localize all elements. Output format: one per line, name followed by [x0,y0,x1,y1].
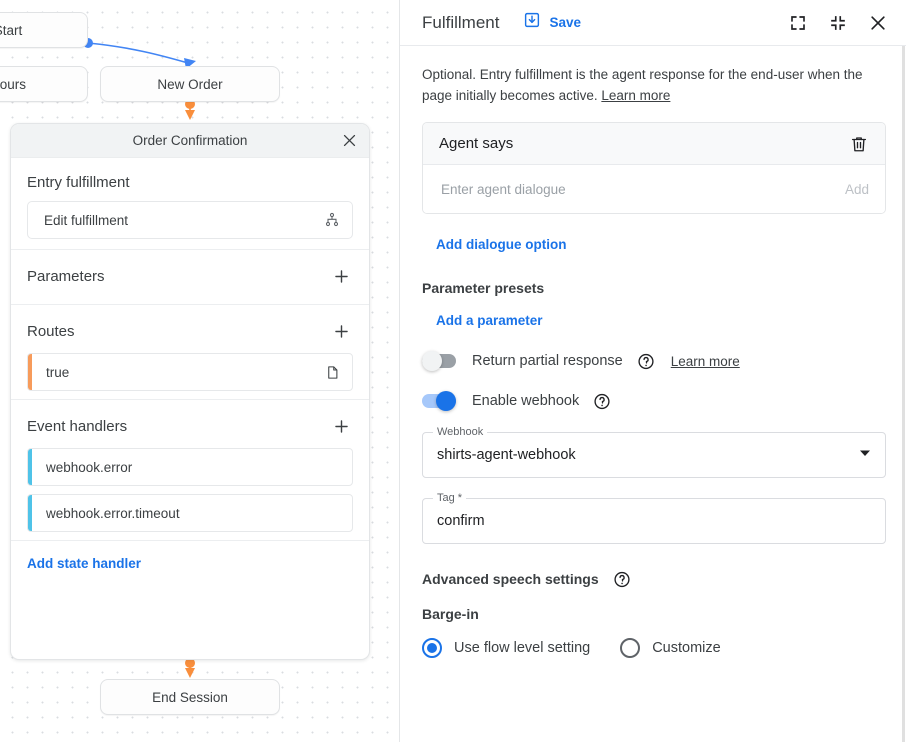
radio-label: Use flow level setting [454,640,590,656]
expand-fullscreen-icon[interactable] [786,11,810,35]
agent-says-card: Agent says Add [422,122,886,214]
event-handler-label: webhook.error [46,460,340,475]
page-card-body: Entry fulfillment Edit fulfillment [11,158,369,659]
tag-field-label: Tag * [433,492,466,504]
page-card: Order Confirmation Entry fulfillment Edi… [10,123,370,660]
section-entry-fulfillment: Entry fulfillment Edit fulfillment [11,158,369,239]
intro-description: Optional. Entry fulfillment is the agent… [422,64,884,106]
panel-header-actions [786,11,890,35]
close-icon[interactable] [337,129,361,153]
learn-more-link[interactable]: Learn more [671,354,740,369]
flow-node-end-session[interactable]: End Session [100,679,280,715]
advanced-speech-settings-row: Advanced speech settings [422,570,886,588]
webhook-field-value: shirts-agent-webhook [437,447,859,463]
flow-node-new-order[interactable]: New Order [100,66,280,102]
route-row-true[interactable]: true [27,353,353,391]
flow-node-label: New Order [157,77,222,92]
return-partial-response-row: Return partial response Learn more [422,352,886,370]
flow-canvas[interactable]: Start Hours New Order End Session Order … [0,0,400,742]
page-icon [325,365,340,380]
barge-in-options: Use flow level setting Customize [422,638,886,658]
route-label: true [46,365,325,380]
agent-says-body: Add [423,165,885,213]
return-partial-response-label: Return partial response [472,353,623,369]
agent-says-title: Agent says [439,135,847,152]
radio-icon[interactable] [620,638,640,658]
collapse-fullscreen-icon[interactable] [826,11,850,35]
webhook-select[interactable]: Webhook shirts-agent-webhook [422,432,886,478]
chevron-down-icon[interactable] [859,446,871,464]
page-title: Fulfillment [422,13,499,33]
app-root: Start Hours New Order End Session Order … [0,0,906,742]
event-handler-row[interactable]: webhook.error [27,448,353,486]
section-routes: Routes true [11,305,369,391]
plus-icon[interactable] [329,264,353,288]
parameter-presets-title: Parameter presets [422,280,886,296]
workflow-node-icon [324,212,340,228]
tag-field-value: confirm [437,513,871,529]
help-circle-icon[interactable] [637,352,655,370]
page-card-header: Order Confirmation [11,124,369,158]
add-a-parameter-link[interactable]: Add a parameter [436,313,543,328]
add-state-handler-link[interactable]: Add state handler [27,556,141,571]
advanced-speech-settings-title: Advanced speech settings [422,571,599,587]
page-card-title: Order Confirmation [133,133,248,148]
event-handler-row[interactable]: webhook.error.timeout [27,494,353,532]
add-dialogue-option-link[interactable]: Add dialogue option [436,237,566,252]
agent-says-header: Agent says [423,123,885,165]
return-partial-response-toggle[interactable] [422,354,456,368]
help-circle-icon[interactable] [593,392,611,410]
radio-label: Customize [652,640,721,656]
flow-node-hours[interactable]: Hours [0,66,88,102]
panel-header: Fulfillment Save [400,0,906,46]
barge-in-option-customize[interactable]: Customize [620,638,721,658]
edit-fulfillment-label: Edit fulfillment [44,213,324,228]
section-title: Parameters [27,268,105,285]
trash-icon[interactable] [847,132,871,156]
enable-webhook-label: Enable webhook [472,393,579,409]
panel-body: Optional. Entry fulfillment is the agent… [400,46,906,742]
fulfillment-panel: Fulfillment Save [400,0,906,742]
barge-in-option-use-flow-level-setting[interactable]: Use flow level setting [422,638,590,658]
barge-in-title: Barge-in [422,606,886,622]
tag-field[interactable]: Tag * confirm [422,498,886,544]
plus-icon[interactable] [329,319,353,343]
help-circle-icon[interactable] [613,570,631,588]
edit-fulfillment-row[interactable]: Edit fulfillment [27,201,353,239]
flow-node-label: Hours [0,77,26,92]
radio-icon[interactable] [422,638,442,658]
panel-scrollbar[interactable] [902,46,905,742]
section-title: Entry fulfillment [27,158,353,201]
learn-more-link[interactable]: Learn more [601,88,670,103]
enable-webhook-row: Enable webhook [422,392,886,410]
plus-icon[interactable] [329,414,353,438]
event-handler-label: webhook.error.timeout [46,506,340,521]
flow-node-label: End Session [152,690,228,705]
close-icon[interactable] [866,11,890,35]
section-title: Routes [27,323,75,340]
section-title: Event handlers [27,418,127,435]
section-parameters: Parameters [11,250,369,298]
save-icon [523,11,541,34]
agent-dialogue-add-button[interactable]: Add [835,182,869,197]
save-button[interactable]: Save [523,11,581,34]
agent-dialogue-input[interactable] [439,181,835,198]
flow-node-start[interactable]: Start [0,12,88,48]
section-event-handlers: Event handlers webhook.error webhook.err… [11,400,369,532]
flow-node-label: Start [0,23,22,38]
webhook-field-label: Webhook [433,426,487,438]
enable-webhook-toggle[interactable] [422,394,456,408]
save-label: Save [549,15,581,30]
section-add-state-handler: Add state handler [11,541,369,573]
